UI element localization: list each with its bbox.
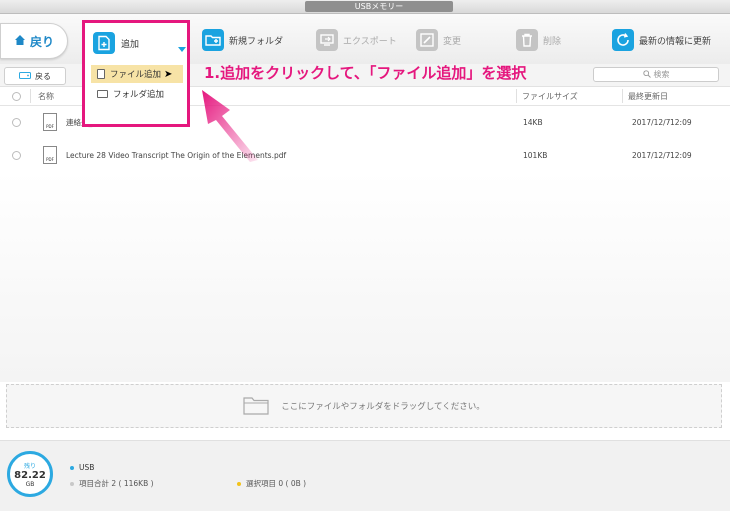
- drop-zone[interactable]: ここにファイルやフォルダをドラッグしてください。: [6, 384, 722, 428]
- column-modified[interactable]: 最終更新日: [628, 87, 668, 105]
- drop-zone-text: ここにファイルやフォルダをドラッグしてください。: [281, 402, 485, 412]
- file-time: 12:09: [670, 117, 692, 127]
- add-button[interactable]: 追加: [93, 28, 186, 58]
- export-button[interactable]: エクスポート: [316, 24, 397, 56]
- add-dropdown-highlight: 追加 ファイル追加 ➤ フォルダ追加: [82, 20, 190, 127]
- file-time: 12:09: [670, 150, 692, 160]
- device-name: USB: [70, 463, 94, 472]
- gauge-label: 残り: [23, 462, 36, 470]
- add-file-icon: [93, 32, 115, 54]
- total-items: 項目合計 2 ( 116KB ): [70, 478, 154, 489]
- menu-item-add-file[interactable]: ファイル追加 ➤: [91, 65, 183, 83]
- row-checkbox[interactable]: [12, 150, 21, 160]
- back-small-button[interactable]: 戻る: [4, 67, 66, 85]
- table-row[interactable]: PDF Lecture 28 Video Transcript The Orig…: [0, 138, 730, 172]
- delete-button[interactable]: 削除: [516, 24, 561, 56]
- file-size: 14KB: [523, 117, 543, 127]
- file-size: 101KB: [523, 150, 548, 160]
- delete-label: 削除: [543, 36, 562, 47]
- window-titlebar: USBメモリー: [0, 0, 730, 14]
- file-date: 2017/12/7: [632, 117, 671, 127]
- window-title: USBメモリー: [305, 1, 453, 12]
- search-icon: [642, 69, 651, 80]
- storage-gauge: 残り 82.22 GB: [7, 451, 53, 497]
- mouse-cursor-icon: ➤: [164, 69, 173, 80]
- search-input[interactable]: 検索: [593, 67, 719, 82]
- status-bar: 残り 82.22 GB USB 項目合計 2 ( 116KB ) 選択項目 0 …: [0, 440, 730, 511]
- column-name[interactable]: 名称: [38, 87, 54, 105]
- select-all-checkbox[interactable]: [12, 91, 21, 101]
- home-icon: [14, 34, 26, 49]
- search-placeholder: 検索: [653, 70, 670, 79]
- edit-icon: [416, 29, 438, 51]
- folder-drop-icon: [243, 395, 269, 418]
- selected-dot: [237, 481, 241, 486]
- new-folder-label: 新規フォルダ: [229, 36, 284, 47]
- refresh-label: 最新の情報に更新: [639, 36, 712, 47]
- pdf-file-icon: PDF: [43, 113, 57, 131]
- selected-items: 選択項目 0 ( 0B ): [237, 478, 306, 489]
- refresh-button[interactable]: 最新の情報に更新: [612, 24, 711, 56]
- document-icon: [97, 69, 105, 79]
- gauge-unit: GB: [25, 480, 35, 488]
- device-dot: [70, 465, 74, 470]
- folder-icon: [97, 90, 108, 98]
- chevron-down-icon[interactable]: [178, 47, 186, 52]
- pointer-arrow-icon: [202, 90, 258, 162]
- edit-button[interactable]: 変更: [416, 24, 461, 56]
- add-label: 追加: [121, 39, 140, 50]
- back-button[interactable]: 戻り: [0, 23, 68, 59]
- back-small-label: 戻る: [35, 71, 51, 81]
- drive-icon: [19, 71, 31, 82]
- instruction-annotation: 1.追加をクリックして、「ファイル追加」を選択: [204, 64, 527, 82]
- edit-label: 変更: [443, 36, 462, 47]
- export-label: エクスポート: [343, 36, 397, 47]
- new-folder-button[interactable]: 新規フォルダ: [202, 24, 283, 56]
- back-label: 戻り: [29, 34, 54, 49]
- trash-icon: [516, 29, 538, 51]
- total-dot: [70, 481, 74, 486]
- new-folder-icon: [202, 29, 224, 51]
- export-icon: [316, 29, 338, 51]
- file-date: 2017/12/7: [632, 150, 671, 160]
- pdf-file-icon: PDF: [43, 146, 57, 164]
- file-list-area[interactable]: [0, 172, 730, 382]
- column-size[interactable]: ファイルサイズ: [522, 87, 578, 105]
- gauge-value: 82.22: [14, 469, 46, 481]
- menu-item-add-folder[interactable]: フォルダ追加: [91, 85, 183, 103]
- refresh-icon: [612, 29, 634, 51]
- row-checkbox[interactable]: [12, 117, 21, 127]
